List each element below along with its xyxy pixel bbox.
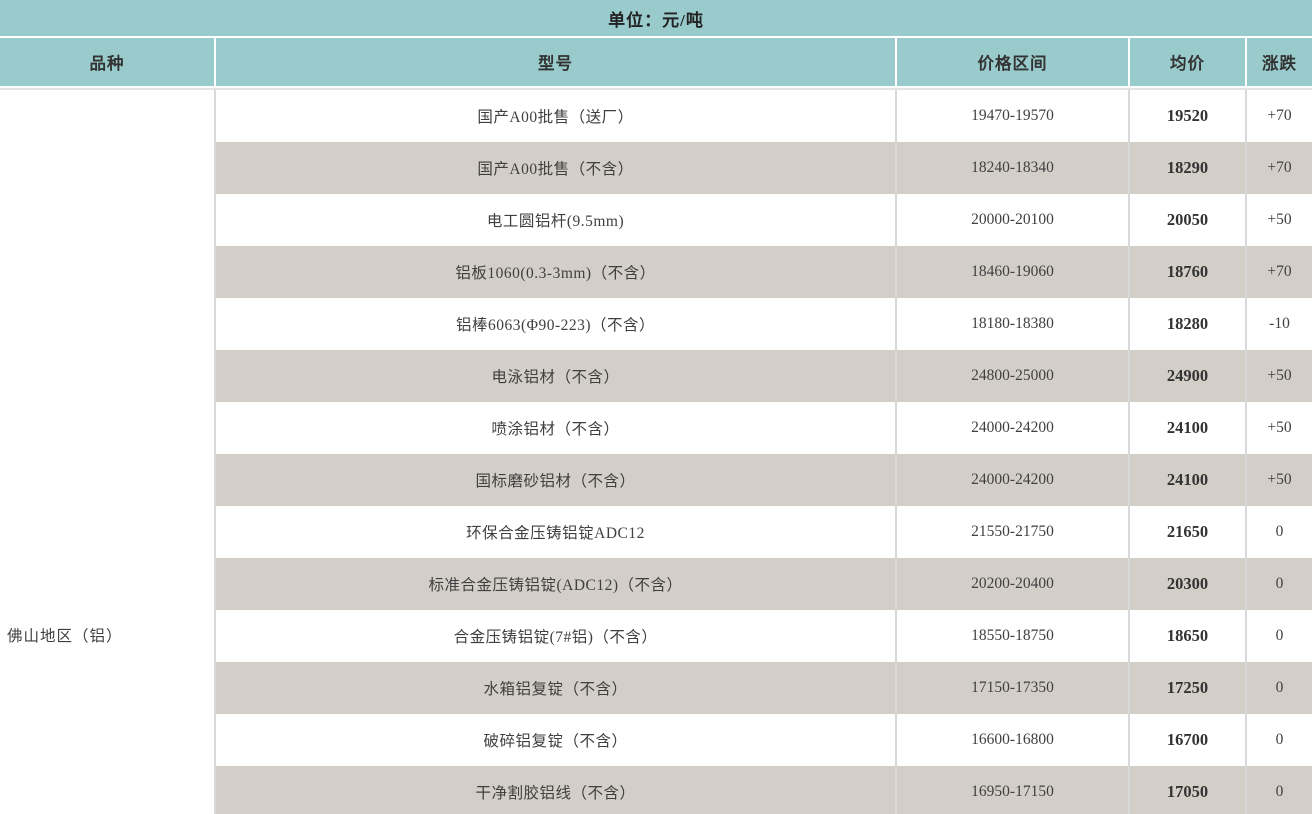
table-row: 合金压铸铝锭(7#铝)（不含） 18550-18750 18650 0 bbox=[216, 610, 1312, 662]
table-row: 铝棒6063(Φ90-223)（不含） 18180-18380 18280 -1… bbox=[216, 298, 1312, 350]
table-row: 喷涂铝材（不含） 24000-24200 24100 +50 bbox=[216, 402, 1312, 454]
price-range-cell: 16950-17150 bbox=[897, 766, 1128, 814]
change-cell: +50 bbox=[1247, 454, 1312, 506]
table-row: 国产A00批售（送厂） 19470-19570 19520 +70 bbox=[216, 90, 1312, 142]
table-row: 环保合金压铸铝锭ADC12 21550-21750 21650 0 bbox=[216, 506, 1312, 558]
price-range-cell: 16600-16800 bbox=[897, 714, 1128, 766]
table-row: 国标磨砂铝材（不含） 24000-24200 24100 +50 bbox=[216, 454, 1312, 506]
price-range-cell: 24000-24200 bbox=[897, 402, 1128, 454]
table-row: 电工圆铝杆(9.5mm) 20000-20100 20050 +50 bbox=[216, 194, 1312, 246]
avg-price-cell: 24900 bbox=[1130, 350, 1245, 402]
avg-price-cell: 17050 bbox=[1130, 766, 1245, 814]
change-cell: 0 bbox=[1247, 766, 1312, 814]
model-cell: 铝棒6063(Φ90-223)（不含） bbox=[216, 298, 895, 350]
avg-price-cell: 20300 bbox=[1130, 558, 1245, 610]
avg-price-cell: 19520 bbox=[1130, 90, 1245, 142]
price-range-cell: 17150-17350 bbox=[897, 662, 1128, 714]
avg-price-cell: 24100 bbox=[1130, 402, 1245, 454]
table-header-row: 品种 型号 价格区间 均价 涨跌 bbox=[0, 38, 1312, 86]
change-cell: +70 bbox=[1247, 246, 1312, 298]
change-cell: +70 bbox=[1247, 142, 1312, 194]
avg-price-cell: 21650 bbox=[1130, 506, 1245, 558]
change-cell: 0 bbox=[1247, 506, 1312, 558]
avg-price-cell: 17250 bbox=[1130, 662, 1245, 714]
change-cell: 0 bbox=[1247, 662, 1312, 714]
price-range-cell: 18240-18340 bbox=[897, 142, 1128, 194]
avg-price-cell: 16700 bbox=[1130, 714, 1245, 766]
model-cell: 破碎铝复锭（不含） bbox=[216, 714, 895, 766]
variety-label: 佛山地区（铝） bbox=[7, 624, 123, 646]
model-cell: 铝板1060(0.3-3mm)（不含） bbox=[216, 246, 895, 298]
table-row: 电泳铝材（不含） 24800-25000 24900 +50 bbox=[216, 350, 1312, 402]
column-header-avg-price: 均价 bbox=[1130, 38, 1245, 86]
table-row: 标准合金压铸铝锭(ADC12)（不含） 20200-20400 20300 0 bbox=[216, 558, 1312, 610]
model-cell: 干净割胶铝线（不含） bbox=[216, 766, 895, 814]
change-cell: +50 bbox=[1247, 350, 1312, 402]
avg-price-cell: 24100 bbox=[1130, 454, 1245, 506]
model-cell: 水箱铝复锭（不含） bbox=[216, 662, 895, 714]
avg-price-cell: 18650 bbox=[1130, 610, 1245, 662]
table-row: 水箱铝复锭（不含） 17150-17350 17250 0 bbox=[216, 662, 1312, 714]
avg-price-cell: 18760 bbox=[1130, 246, 1245, 298]
table-body: 佛山地区（铝） 国产A00批售（送厂） 19470-19570 19520 +7… bbox=[0, 88, 1312, 814]
column-header-change: 涨跌 bbox=[1247, 38, 1312, 86]
price-range-cell: 18180-18380 bbox=[897, 298, 1128, 350]
variety-cell: 佛山地区（铝） bbox=[0, 90, 214, 814]
price-range-cell: 18460-19060 bbox=[897, 246, 1128, 298]
price-range-cell: 24800-25000 bbox=[897, 350, 1128, 402]
table-row: 破碎铝复锭（不含） 16600-16800 16700 0 bbox=[216, 714, 1312, 766]
change-cell: +50 bbox=[1247, 194, 1312, 246]
avg-price-cell: 18280 bbox=[1130, 298, 1245, 350]
model-cell: 国产A00批售（不含） bbox=[216, 142, 895, 194]
table-row: 干净割胶铝线（不含） 16950-17150 17050 0 bbox=[216, 766, 1312, 814]
model-cell: 电工圆铝杆(9.5mm) bbox=[216, 194, 895, 246]
price-range-cell: 20200-20400 bbox=[897, 558, 1128, 610]
price-range-cell: 24000-24200 bbox=[897, 454, 1128, 506]
avg-price-cell: 20050 bbox=[1130, 194, 1245, 246]
model-cell: 合金压铸铝锭(7#铝)（不含） bbox=[216, 610, 895, 662]
change-cell: 0 bbox=[1247, 558, 1312, 610]
change-cell: 0 bbox=[1247, 714, 1312, 766]
table-rows: 国产A00批售（送厂） 19470-19570 19520 +70 国产A00批… bbox=[216, 90, 1312, 814]
change-cell: 0 bbox=[1247, 610, 1312, 662]
table-row: 国产A00批售（不含） 18240-18340 18290 +70 bbox=[216, 142, 1312, 194]
column-header-model: 型号 bbox=[216, 38, 895, 86]
model-cell: 标准合金压铸铝锭(ADC12)（不含） bbox=[216, 558, 895, 610]
price-table-page: 单位：元/吨 品种 型号 价格区间 均价 涨跌 佛山地区（铝） 国产A00批售（… bbox=[0, 0, 1312, 814]
price-range-cell: 20000-20100 bbox=[897, 194, 1128, 246]
column-header-variety: 品种 bbox=[0, 38, 214, 86]
avg-price-cell: 18290 bbox=[1130, 142, 1245, 194]
table-row: 铝板1060(0.3-3mm)（不含） 18460-19060 18760 +7… bbox=[216, 246, 1312, 298]
price-range-cell: 18550-18750 bbox=[897, 610, 1128, 662]
unit-label: 单位：元/吨 bbox=[608, 6, 704, 31]
change-cell: -10 bbox=[1247, 298, 1312, 350]
model-cell: 电泳铝材（不含） bbox=[216, 350, 895, 402]
model-cell: 环保合金压铸铝锭ADC12 bbox=[216, 506, 895, 558]
price-range-cell: 19470-19570 bbox=[897, 90, 1128, 142]
model-cell: 国产A00批售（送厂） bbox=[216, 90, 895, 142]
model-cell: 国标磨砂铝材（不含） bbox=[216, 454, 895, 506]
column-header-price-range: 价格区间 bbox=[897, 38, 1128, 86]
change-cell: +50 bbox=[1247, 402, 1312, 454]
change-cell: +70 bbox=[1247, 90, 1312, 142]
price-range-cell: 21550-21750 bbox=[897, 506, 1128, 558]
model-cell: 喷涂铝材（不含） bbox=[216, 402, 895, 454]
unit-bar: 单位：元/吨 bbox=[0, 0, 1312, 36]
